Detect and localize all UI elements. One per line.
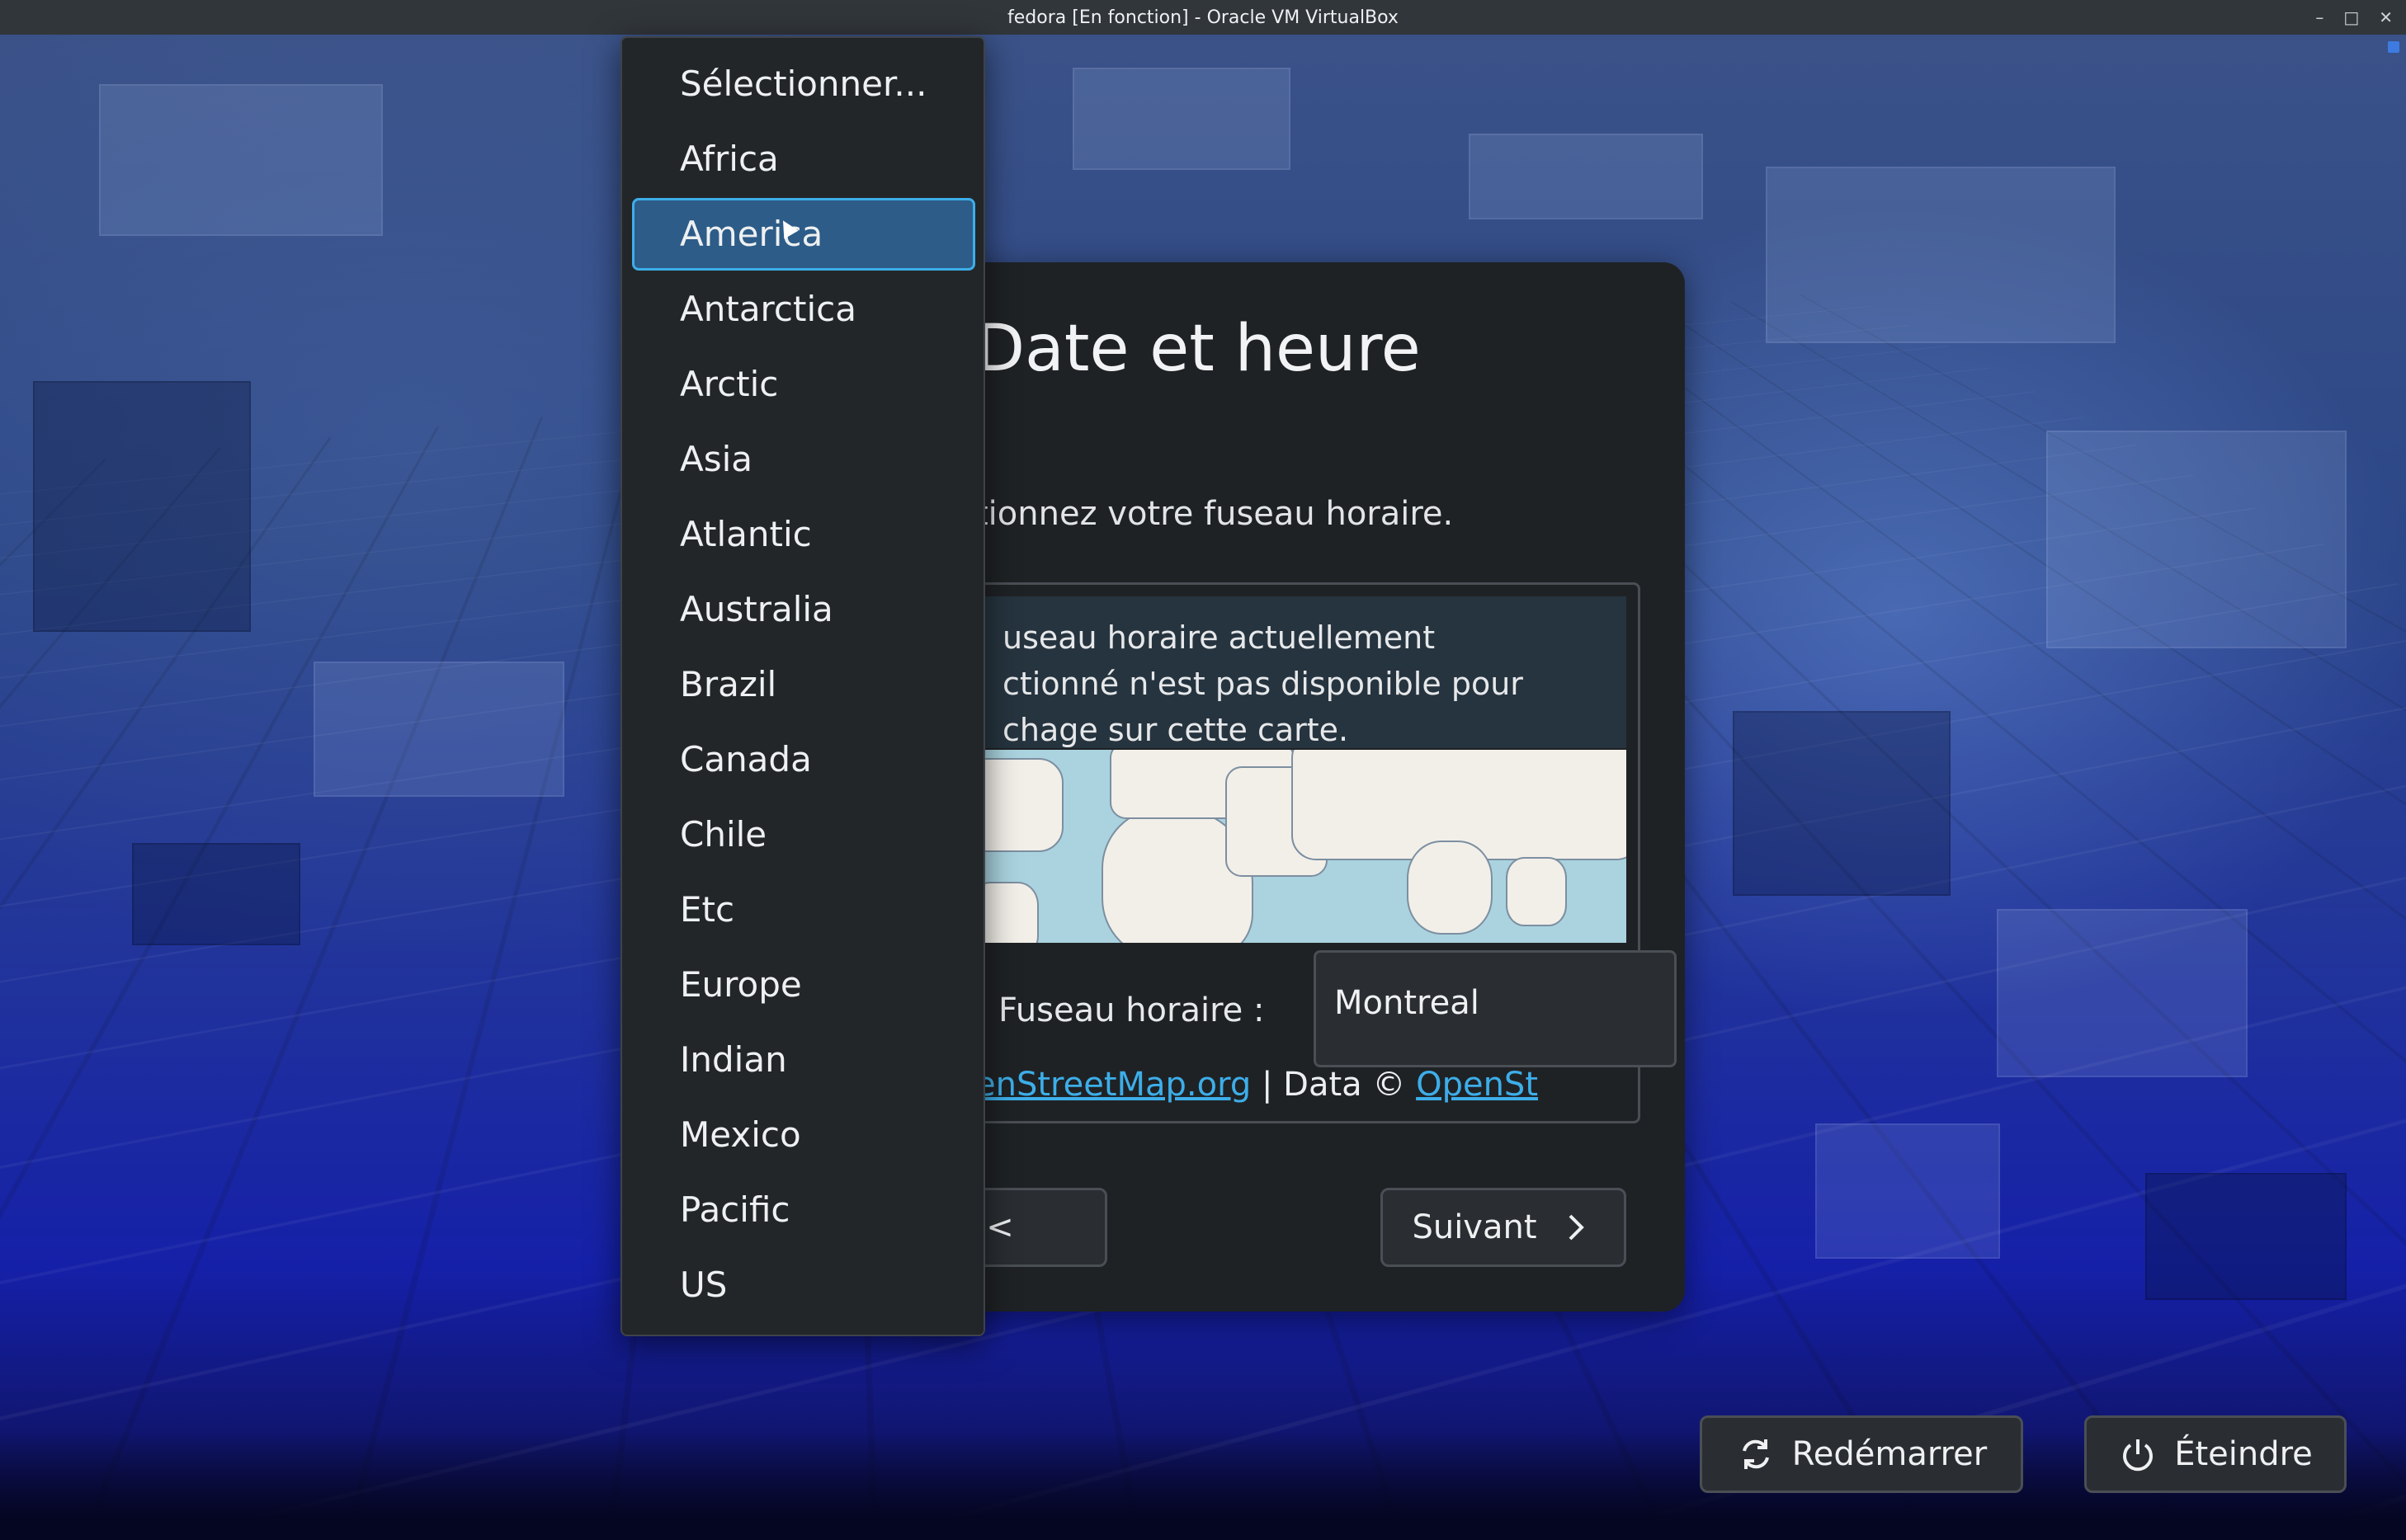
next-button[interactable]: Suivant: [1380, 1188, 1626, 1267]
dropdown-option[interactable]: Pacific: [632, 1174, 975, 1246]
restart-button[interactable]: Redémarrer: [1700, 1415, 2023, 1493]
back-label: <: [986, 1208, 1014, 1246]
page-title: Date et heure: [975, 312, 1421, 386]
osm-link[interactable]: enStreetMap.org: [975, 1066, 1251, 1104]
date-time-dialog: Date et heure tionnez votre fuseau horai…: [893, 262, 1685, 1312]
dropdown-option[interactable]: Canada: [632, 723, 975, 796]
page-subtitle: tionnez votre fuseau horaire.: [975, 495, 1454, 533]
dropdown-option[interactable]: Europe: [632, 949, 975, 1021]
dropdown-option[interactable]: Chile: [632, 798, 975, 871]
timezone-label: Fuseau horaire :: [998, 991, 1265, 1029]
timezone-select[interactable]: Montreal: [1314, 950, 1677, 1067]
refresh-icon: [1742, 1439, 1769, 1469]
opendata-link[interactable]: OpenSt: [1416, 1066, 1538, 1104]
dropdown-option[interactable]: Africa: [632, 123, 975, 195]
timezone-value: Montreal: [1334, 984, 1479, 1022]
dropdown-option[interactable]: Etc: [632, 874, 975, 946]
dropdown-option[interactable]: Antarctica: [632, 273, 975, 346]
dropdown-option[interactable]: Brazil: [632, 648, 975, 721]
dropdown-option[interactable]: US: [632, 1249, 975, 1321]
chevron-right-icon: [1569, 1214, 1584, 1241]
window-title: fedora [En fonction] - Oracle VM Virtual…: [1007, 7, 1399, 28]
dropdown-option[interactable]: Indian: [632, 1024, 975, 1096]
dropdown-option[interactable]: Atlantic: [632, 498, 975, 571]
shutdown-button[interactable]: Éteindre: [2084, 1415, 2347, 1493]
map-warning-line: ctionné n'est pas disponible pour: [1002, 666, 1523, 702]
restart-label: Redémarrer: [1791, 1435, 1988, 1473]
dropdown-option[interactable]: Arctic: [632, 348, 975, 421]
vbox-status-icon: [2388, 41, 2399, 53]
dropdown-option[interactable]: America: [632, 198, 975, 271]
map-warning-line: chage sur cette carte.: [1002, 712, 1349, 748]
world-map[interactable]: [978, 750, 1626, 943]
dropdown-option[interactable]: Sélectionner...: [632, 48, 975, 120]
map-warning-line: useau horaire actuellement: [1002, 619, 1436, 656]
dropdown-option[interactable]: Mexico: [632, 1099, 975, 1171]
shutdown-label: Éteindre: [2174, 1435, 2313, 1473]
dropdown-option[interactable]: Asia: [632, 423, 975, 496]
close-button[interactable]: ✕: [2379, 7, 2393, 27]
timezone-row: Fuseau horaire : Montreal: [975, 950, 1677, 1067]
map-warning-message: useau horaire actuellement ctionné n'est…: [978, 596, 1626, 748]
map-attribution: enStreetMap.org | Data © OpenSt: [975, 1066, 1538, 1104]
minimize-button[interactable]: –: [2315, 7, 2323, 27]
window-controls: – □ ✕: [2315, 0, 2393, 35]
next-label: Suivant: [1412, 1208, 1537, 1246]
maximize-button[interactable]: □: [2343, 7, 2359, 27]
dropdown-option[interactable]: Australia: [632, 573, 975, 646]
window-titlebar: fedora [En fonction] - Oracle VM Virtual…: [0, 0, 2406, 35]
attribution-separator: | Data ©: [1251, 1066, 1417, 1104]
power-icon: [2123, 1439, 2154, 1472]
region-dropdown-list[interactable]: Sélectionner... Africa America Antarctica Ar…: [620, 36, 985, 1336]
